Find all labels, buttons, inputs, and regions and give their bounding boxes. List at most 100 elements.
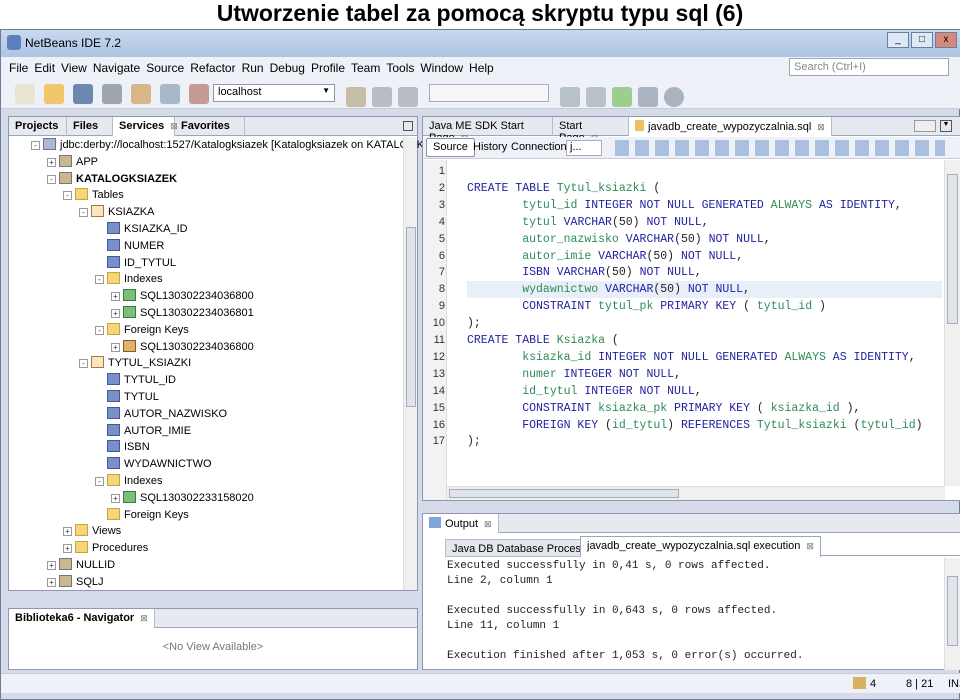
tab-projects[interactable]: Projects [9, 117, 67, 136]
tab-files[interactable]: Files [67, 117, 113, 136]
scrollbar-thumb[interactable] [947, 576, 958, 646]
scrollbar-thumb[interactable] [406, 227, 416, 407]
source-button[interactable]: Source [426, 138, 475, 157]
code-line[interactable]: ); [467, 315, 481, 332]
menu-run[interactable]: Run [239, 57, 267, 75]
code-area[interactable]: CREATE TABLE Tytul_ksiazki ( tytul_id IN… [467, 163, 942, 463]
code-line[interactable]: autor_imie VARCHAR(50) NOT NULL, [467, 248, 743, 265]
expand-icon[interactable]: + [47, 561, 56, 570]
maximize-button[interactable]: □ [911, 32, 933, 48]
expand-icon[interactable]: + [111, 309, 120, 318]
tree-node[interactable]: + NULLID [47, 557, 115, 574]
debug-icon[interactable] [638, 87, 658, 107]
close-tab-icon[interactable]: ⊠ [817, 122, 825, 132]
tab-sql-execution[interactable]: javadb_create_wypozyczalnia.sql executio… [580, 536, 821, 557]
expand-icon[interactable]: + [111, 292, 120, 302]
tree-node[interactable]: + APP [47, 154, 98, 171]
close-tab-icon[interactable]: ⊠ [484, 519, 492, 529]
code-line[interactable]: id_tytul INTEGER NOT NULL, [467, 383, 701, 400]
collapse-icon[interactable]: - [95, 477, 104, 486]
expand-icon[interactable]: + [111, 342, 120, 352]
notifications-icon[interactable] [853, 677, 866, 689]
new-file-icon[interactable] [15, 84, 36, 104]
configuration-select[interactable] [429, 84, 549, 102]
tab-list-dropdown[interactable]: ▼ [940, 120, 952, 132]
scrollbar-thumb[interactable] [947, 174, 958, 324]
tree-node[interactable]: + Procedures [63, 540, 148, 557]
collapse-icon[interactable]: - [47, 174, 56, 184]
collapse-icon[interactable]: - [63, 191, 72, 201]
code-line[interactable]: CONSTRAINT ksiazka_pk PRIMARY KEY ( ksia… [467, 400, 860, 417]
menu-view[interactable]: View [58, 57, 90, 75]
tab-start-page[interactable]: Start Page⊠ [553, 117, 629, 144]
tree-scrollbar[interactable] [403, 137, 417, 590]
tree-node[interactable]: TYTUL [95, 389, 159, 406]
monitor-icon[interactable] [189, 84, 210, 104]
output-scrollbar[interactable] [944, 558, 960, 670]
menu-file[interactable]: File [1, 57, 31, 75]
run-icon[interactable] [612, 87, 632, 107]
tree-node[interactable]: - KSIAZKA [79, 204, 154, 221]
tree-node[interactable]: + SQL130302234036800 [111, 288, 254, 305]
tree-node[interactable]: - Foreign Keys [95, 322, 189, 339]
new-project-icon[interactable] [44, 84, 65, 104]
menu-source[interactable]: Source [143, 57, 187, 75]
editor-hscrollbar[interactable] [447, 486, 945, 500]
tab-services[interactable]: Services ⊠ [113, 117, 178, 136]
tree-node[interactable]: + SQL130302234036801 [111, 305, 254, 322]
menu-team[interactable]: Team [348, 57, 383, 75]
collapse-icon[interactable]: - [95, 325, 104, 335]
code-line[interactable]: ); [467, 433, 481, 450]
menu-window[interactable]: Window [417, 57, 466, 75]
tab-java-me-start-page[interactable]: Java ME SDK Start Page⊠ [423, 117, 553, 144]
tree-node[interactable]: TYTUL_ID [95, 372, 176, 389]
menu-refactor[interactable]: Refactor [187, 57, 238, 75]
close-tab-icon[interactable]: ⊠ [140, 613, 148, 623]
tree-node[interactable]: ID_TYTUL [95, 255, 176, 272]
save-all-icon[interactable] [102, 84, 123, 104]
tab-favorites[interactable]: Favorites [175, 117, 245, 136]
undo-icon[interactable] [131, 84, 152, 104]
tree-node[interactable]: Foreign Keys [95, 507, 189, 524]
history-button[interactable]: History [473, 141, 507, 153]
tree-node[interactable]: + SQL130302233158020 [111, 490, 254, 507]
connection-select[interactable]: j... [566, 140, 602, 156]
minimize-panel-icon[interactable] [403, 121, 413, 131]
close-button[interactable]: x [935, 32, 957, 48]
tab-sql-file[interactable]: javadb_create_wypozyczalnia.sql ⊠ [629, 117, 832, 136]
profile-icon[interactable] [664, 87, 684, 107]
code-line[interactable]: tytul VARCHAR(50) NOT NULL, [467, 214, 708, 231]
tree-node[interactable]: AUTOR_NAZWISKO [95, 406, 227, 423]
menu-navigate[interactable]: Navigate [90, 57, 143, 75]
expand-icon[interactable]: + [63, 544, 72, 554]
code-line[interactable]: FOREIGN KEY (id_tytul) REFERENCES Tytul_… [467, 417, 922, 434]
tab-navigator[interactable]: Biblioteka6 - Navigator ⊠ [9, 609, 155, 628]
code-line[interactable]: ksiazka_id INTEGER NOT NULL GENERATED AL… [467, 349, 915, 366]
collapse-icon[interactable]: - [95, 275, 104, 285]
code-line[interactable]: numer INTEGER NOT NULL, [467, 366, 681, 383]
code-line[interactable]: wydawnictwo VARCHAR(50) NOT NULL, [467, 281, 942, 299]
collapse-icon[interactable]: - [31, 141, 40, 150]
code-line[interactable]: autor_nazwisko VARCHAR(50) NOT NULL, [467, 231, 770, 248]
tree-node[interactable]: KSIAZKA_ID [95, 221, 188, 238]
code-line[interactable]: CREATE TABLE Tytul_ksiazki ( [467, 180, 660, 197]
code-line[interactable]: CONSTRAINT tytul_pk PRIMARY KEY ( tytul_… [467, 298, 826, 315]
tree-node[interactable]: NUMER [95, 238, 164, 255]
expand-icon[interactable]: + [47, 157, 56, 167]
tab-scroll-arrows[interactable] [914, 120, 936, 132]
close-tab-icon[interactable]: ⊠ [806, 541, 814, 551]
redo-icon[interactable] [160, 84, 181, 104]
tree-node[interactable]: - Indexes [95, 271, 163, 288]
collapse-icon[interactable]: - [79, 208, 88, 218]
code-line[interactable]: CREATE TABLE Ksiazka ( [467, 332, 619, 349]
menu-debug[interactable]: Debug [267, 57, 308, 75]
clean-icon[interactable] [586, 87, 606, 107]
tree-node[interactable]: + SQLJ [47, 574, 104, 591]
hscrollbar-thumb[interactable] [449, 489, 679, 498]
output-text[interactable]: Executed successfully in 0,41 s, 0 rows … [423, 560, 943, 670]
tree-node[interactable]: - KATALOGKSIAZEK [47, 171, 177, 188]
deploy-icon[interactable] [398, 87, 418, 107]
search-input[interactable]: Search (Ctrl+I) [789, 58, 949, 76]
menu-help[interactable]: Help [466, 57, 497, 75]
expand-icon[interactable]: + [63, 527, 72, 537]
